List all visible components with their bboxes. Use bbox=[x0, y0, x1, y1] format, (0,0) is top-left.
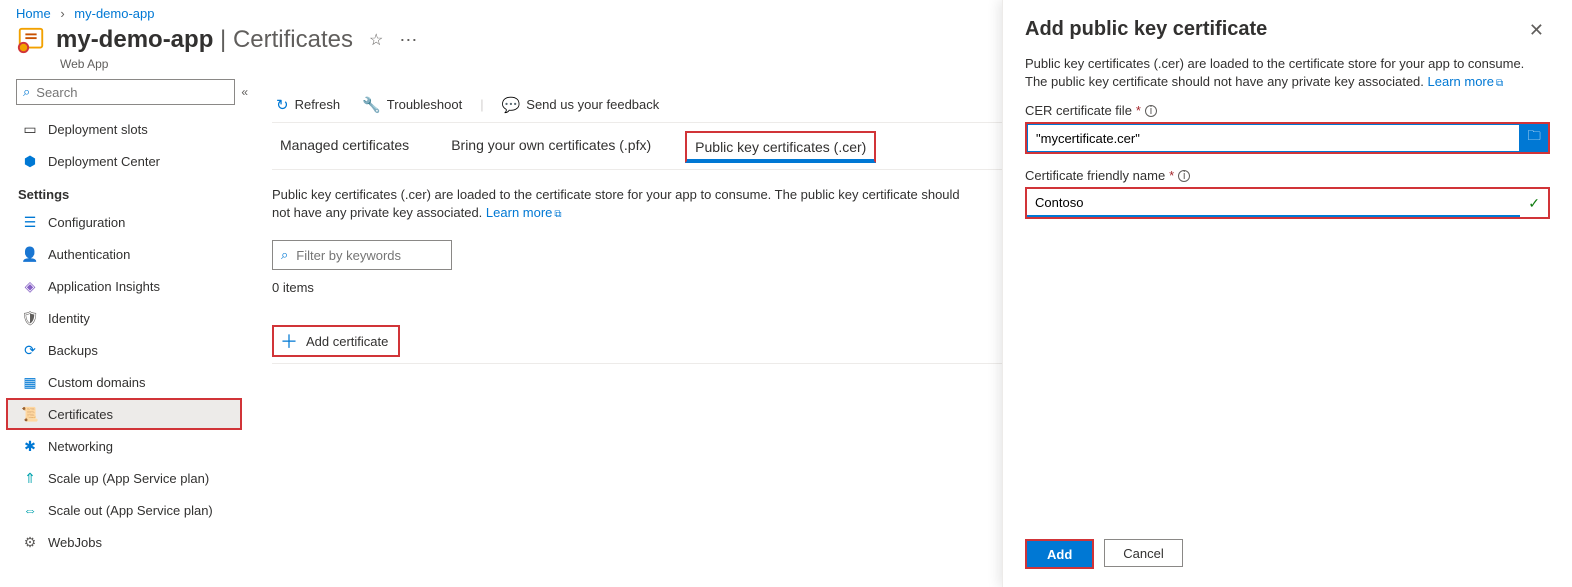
refresh-icon: ↻ bbox=[276, 96, 289, 114]
troubleshoot-icon: 🔧 bbox=[362, 96, 381, 114]
webjobs-icon: ⚙ bbox=[22, 534, 38, 550]
search-icon: ⌕ bbox=[281, 247, 288, 263]
collapse-sidebar-icon[interactable]: « bbox=[241, 85, 248, 99]
breadcrumb-app[interactable]: my-demo-app bbox=[74, 6, 154, 21]
page-title: my-demo-app | Certificates bbox=[56, 26, 353, 54]
add-button[interactable]: Add bbox=[1025, 539, 1094, 569]
feedback-icon: 💬 bbox=[502, 96, 521, 114]
networking-icon: ✱ bbox=[22, 438, 38, 454]
check-icon: ✓ bbox=[1528, 195, 1540, 212]
filter-box[interactable]: ⌕ bbox=[272, 240, 452, 270]
flyout-panel: Add public key certificate ✕ Public key … bbox=[1002, 0, 1572, 587]
sidebar-item-scale-up[interactable]: ⇑ Scale up (App Service plan) bbox=[16, 462, 248, 494]
flyout-learn-more-link[interactable]: Learn more⧉ bbox=[1428, 74, 1504, 89]
flyout-title: Add public key certificate bbox=[1025, 18, 1267, 41]
friendly-name-label: Certificate friendly name* i bbox=[1025, 168, 1550, 183]
tab-public-key-certificates[interactable]: Public key certificates (.cer) bbox=[685, 131, 876, 163]
scale-out-icon: ⇔ bbox=[22, 502, 38, 518]
sidebar-item-webjobs[interactable]: ⚙ WebJobs bbox=[16, 526, 248, 558]
cer-file-input[interactable] bbox=[1027, 124, 1520, 152]
sidebar-item-scale-out[interactable]: ⇔ Scale out (App Service plan) bbox=[16, 494, 248, 526]
refresh-button[interactable]: ↻Refresh bbox=[272, 92, 344, 118]
sidebar-search[interactable]: ⌕ bbox=[16, 79, 235, 105]
browse-file-button[interactable]: 🗀 bbox=[1520, 124, 1548, 152]
sidebar-search-input[interactable] bbox=[36, 85, 228, 100]
certificate-icon bbox=[16, 25, 46, 55]
close-button[interactable]: ✕ bbox=[1523, 18, 1550, 43]
close-icon: ✕ bbox=[1529, 20, 1544, 40]
external-link-icon: ⧉ bbox=[1496, 78, 1503, 89]
add-certificate-button[interactable]: ＋ Add certificate bbox=[272, 325, 400, 357]
sidebar-item-networking[interactable]: ✱ Networking bbox=[16, 430, 248, 462]
deployment-center-icon: ⬢ bbox=[22, 153, 38, 169]
search-icon: ⌕ bbox=[23, 84, 30, 100]
authentication-icon: 👤 bbox=[22, 246, 38, 262]
info-icon[interactable]: i bbox=[1178, 170, 1190, 182]
filter-input[interactable] bbox=[296, 248, 443, 263]
sidebar: ⌕ « ▭ Deployment slots ⬢ Deployment Cent… bbox=[0, 79, 252, 576]
cancel-button[interactable]: Cancel bbox=[1104, 539, 1182, 567]
info-icon[interactable]: i bbox=[1145, 105, 1157, 117]
flyout-description: Public key certificates (.cer) are loade… bbox=[1025, 55, 1550, 91]
sidebar-item-custom-domains[interactable]: ▦ Custom domains bbox=[16, 366, 248, 398]
troubleshoot-button[interactable]: 🔧Troubleshoot bbox=[358, 92, 466, 118]
app-insights-icon: ◈ bbox=[22, 278, 38, 294]
external-link-icon: ⧉ bbox=[554, 209, 561, 220]
more-menu-icon[interactable]: ⋯ bbox=[399, 30, 417, 51]
learn-more-link[interactable]: Learn more⧉ bbox=[486, 205, 562, 220]
friendly-name-input[interactable] bbox=[1027, 189, 1520, 217]
tab-managed-certificates[interactable]: Managed certificates bbox=[272, 131, 417, 163]
slots-icon: ▭ bbox=[22, 121, 38, 137]
domains-icon: ▦ bbox=[22, 374, 38, 390]
backups-icon: ⟳ bbox=[22, 342, 38, 358]
sidebar-item-backups[interactable]: ⟳ Backups bbox=[16, 334, 248, 366]
tab-byo-certificates[interactable]: Bring your own certificates (.pfx) bbox=[443, 131, 659, 163]
sidebar-item-identity[interactable]: 🛡 Identity bbox=[16, 302, 248, 334]
identity-icon: 🛡 bbox=[22, 310, 38, 326]
certificates-icon: 📜 bbox=[22, 406, 38, 422]
file-field-label: CER certificate file* i bbox=[1025, 103, 1550, 118]
toolbar-separator: | bbox=[480, 97, 483, 112]
folder-icon: 🗀 bbox=[1527, 127, 1540, 149]
breadcrumb-separator: › bbox=[60, 6, 64, 21]
sidebar-item-certificates[interactable]: 📜 Certificates bbox=[6, 398, 242, 430]
feedback-button[interactable]: 💬Send us your feedback bbox=[498, 92, 664, 118]
sidebar-item-application-insights[interactable]: ◈ Application Insights bbox=[16, 270, 248, 302]
breadcrumb-home[interactable]: Home bbox=[16, 6, 51, 21]
plus-icon: ＋ bbox=[280, 328, 298, 354]
scale-up-icon: ⇑ bbox=[22, 470, 38, 486]
sidebar-item-deployment-slots[interactable]: ▭ Deployment slots bbox=[16, 113, 248, 145]
sidebar-item-configuration[interactable]: ☰ Configuration bbox=[16, 206, 248, 238]
favorite-star-icon[interactable]: ☆ bbox=[369, 30, 383, 50]
tab-description: Public key certificates (.cer) are loade… bbox=[272, 186, 972, 222]
configuration-icon: ☰ bbox=[22, 214, 38, 230]
sidebar-section-settings: Settings bbox=[18, 187, 248, 202]
sidebar-item-deployment-center[interactable]: ⬢ Deployment Center bbox=[16, 145, 248, 177]
sidebar-item-authentication[interactable]: 👤 Authentication bbox=[16, 238, 248, 270]
